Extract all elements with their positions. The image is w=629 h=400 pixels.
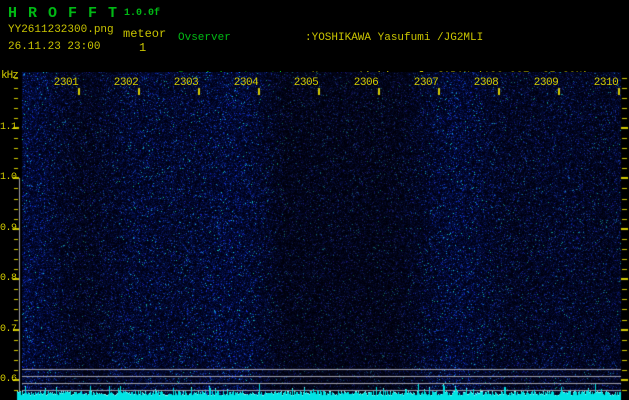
freq-tick-label: 0.6: [0, 374, 17, 385]
time-tick-label: 2306: [353, 77, 379, 89]
info-label: Ovserver: [178, 32, 231, 44]
info-value: :YOSHIKAWA Yasufumi /JG2MLI: [305, 32, 484, 44]
y-axis-unit-label: kHz: [1, 70, 19, 82]
unit-count: 1: [139, 41, 147, 55]
freq-tick-label: 0.7: [0, 324, 17, 335]
freq-tick-label: 1.1: [0, 122, 17, 133]
time-tick-label: 2310: [593, 77, 619, 89]
hrofft-image: H R O F F T 1.0.0f YY2611232300.png mete…: [0, 0, 629, 400]
time-tick-label: 2302: [113, 77, 139, 89]
output-filename: YY2611232300.png: [8, 24, 114, 36]
time-tick-label: 2303: [173, 77, 199, 89]
time-tick-label: 2308: [473, 77, 499, 89]
freq-tick-label: 1.0: [0, 172, 17, 183]
spectrogram-canvas: [0, 72, 629, 400]
app-version: 1.0.0f: [124, 8, 161, 19]
time-tick-label: 2307: [413, 77, 439, 89]
app-title: H R O F F T: [8, 5, 119, 22]
time-tick-label: 2304: [233, 77, 259, 89]
freq-tick-label: 0.8: [0, 273, 17, 284]
datetime-label: 26.11.23 23:00: [8, 41, 101, 53]
time-tick-label: 2301: [53, 77, 79, 89]
mode-label: meteor: [123, 27, 167, 41]
time-tick-label: 2309: [533, 77, 559, 89]
info-row-observer: Ovserver :YOSHIKAWA Yasufumi /JG2MLI: [178, 32, 589, 45]
freq-tick-label: 0.9: [0, 223, 17, 234]
time-tick-label: 2305: [293, 77, 319, 89]
